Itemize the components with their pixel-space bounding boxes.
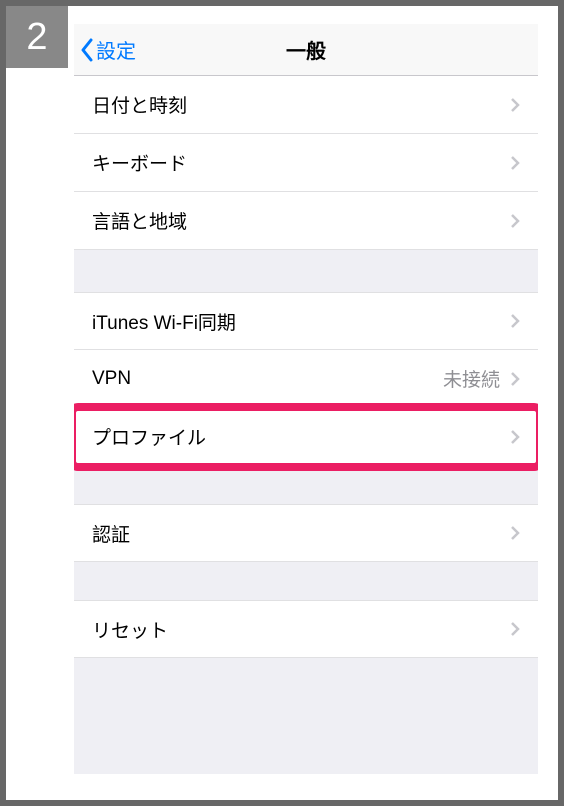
- settings-row[interactable]: iTunes Wi-Fi同期: [74, 292, 538, 350]
- chevron-right-icon: [510, 213, 520, 229]
- phone-screen: 設定 一般 日付と時刻キーボード言語と地域 iTunes Wi-Fi同期 VPN未接…: [74, 24, 538, 774]
- back-button[interactable]: 設定: [80, 24, 136, 75]
- section-separator: [74, 562, 538, 600]
- chevron-right-icon: [510, 371, 520, 387]
- settings-row[interactable]: 言語と地域: [74, 192, 538, 250]
- chevron-right-icon: [510, 525, 520, 541]
- chevron-right-icon: [510, 313, 520, 329]
- row-label: プロファイル: [92, 423, 510, 450]
- row-label: VPN: [92, 368, 443, 390]
- chevron-right-icon: [510, 429, 520, 445]
- row-label: iTunes Wi-Fi同期: [92, 308, 510, 335]
- settings-row[interactable]: VPN未接続: [74, 350, 538, 408]
- row-label: リセット: [92, 616, 510, 643]
- chevron-right-icon: [510, 621, 520, 637]
- chevron-left-icon: [80, 38, 94, 62]
- row-label: 認証: [92, 520, 510, 547]
- settings-row[interactable]: キーボード: [74, 134, 538, 192]
- row-value: 未接続: [443, 365, 500, 392]
- navigation-bar: 設定 一般: [74, 24, 538, 76]
- chevron-right-icon: [510, 155, 520, 171]
- settings-row[interactable]: 認証: [74, 504, 538, 562]
- section-separator: [74, 250, 538, 292]
- step-number: 2: [26, 16, 47, 59]
- settings-row[interactable]: 日付と時刻: [74, 76, 538, 134]
- highlighted-row-wrap: プロファイル: [74, 408, 538, 466]
- row-label: 日付と時刻: [92, 91, 510, 118]
- row-label: 言語と地域: [92, 207, 510, 234]
- page-title: 一般: [286, 35, 326, 64]
- chevron-right-icon: [510, 97, 520, 113]
- section-separator: [74, 658, 538, 696]
- section-separator: [74, 466, 538, 504]
- settings-row[interactable]: リセット: [74, 600, 538, 658]
- step-number-badge: 2: [6, 6, 68, 68]
- settings-row[interactable]: プロファイル: [74, 408, 538, 466]
- row-label: キーボード: [92, 149, 510, 176]
- back-label: 設定: [96, 35, 136, 64]
